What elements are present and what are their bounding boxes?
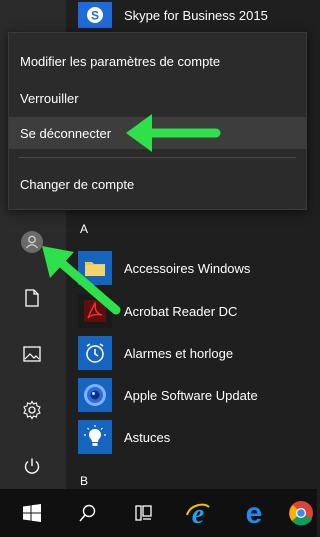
app-alarmes-horloge[interactable]: Alarmes et horloge: [78, 334, 317, 372]
app-label: Apple Software Update: [124, 387, 258, 403]
menu-item-label: Changer de compte: [20, 176, 135, 192]
group-letter-a: A: [80, 222, 89, 236]
app-label: Accessoires Windows: [124, 260, 251, 276]
menu-item-changer-compte[interactable]: Changer de compte: [9, 168, 306, 200]
taskbar: e e: [0, 489, 317, 537]
svg-text:e: e: [192, 499, 204, 527]
menu-item-label: Modifier les paramètres de compte: [20, 53, 221, 69]
app-skype[interactable]: S Skype for Business 2015: [78, 0, 317, 30]
group-letter-b: B: [80, 474, 89, 488]
app-label: Skype for Business 2015: [124, 7, 268, 23]
lightbulb-icon: [78, 420, 112, 454]
arrow-pointing-se-deconnecter: [126, 114, 221, 152]
svg-text:e: e: [246, 500, 263, 526]
windows-start-icon[interactable]: [10, 489, 54, 537]
menu-item-label: Verrouiller: [20, 90, 79, 106]
skype-icon: S: [78, 2, 112, 28]
power-icon[interactable]: [20, 454, 44, 478]
alarm-clock-icon: [78, 336, 112, 370]
pictures-icon[interactable]: [20, 342, 44, 366]
app-label: Alarmes et horloge: [124, 345, 234, 361]
menu-item-modifier-parametres[interactable]: Modifier les paramètres de compte: [9, 45, 306, 77]
edge-icon[interactable]: e: [232, 489, 276, 537]
svg-text:S: S: [91, 9, 99, 23]
app-label: Acrobat Reader DC: [124, 303, 238, 319]
search-icon[interactable]: [66, 489, 110, 537]
settings-icon[interactable]: [20, 398, 44, 422]
task-view-icon[interactable]: [122, 489, 166, 537]
menu-item-label: Se déconnecter: [20, 125, 112, 141]
app-label: Astuces: [124, 429, 171, 445]
app-apple-software-update[interactable]: Apple Software Update: [78, 376, 317, 414]
arrow-pointing-user-avatar: [42, 246, 121, 315]
chrome-icon[interactable]: [288, 489, 317, 537]
apple-update-icon: [78, 378, 112, 412]
app-astuces[interactable]: Astuces: [78, 418, 317, 456]
internet-explorer-icon[interactable]: e: [176, 489, 220, 537]
